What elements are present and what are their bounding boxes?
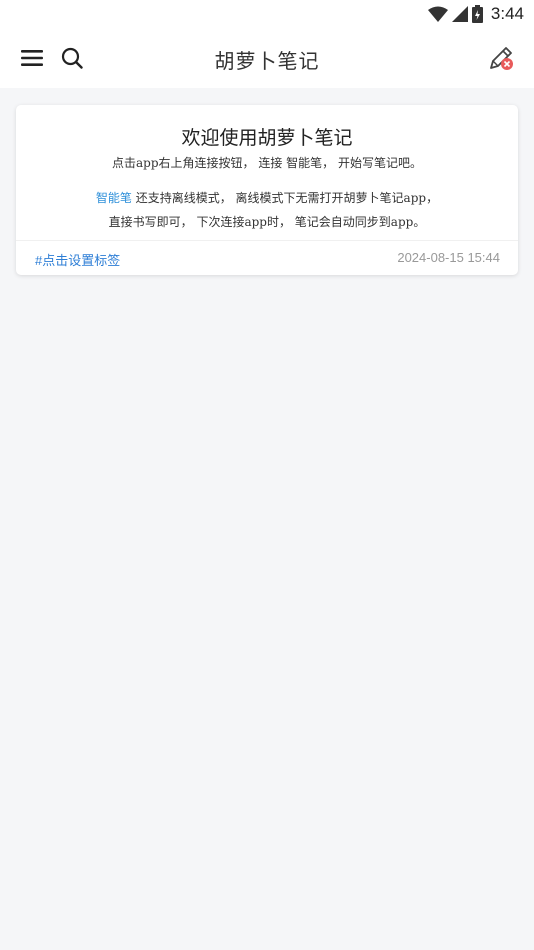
note-line-2: 智能笔 还支持离线模式， 离线模式下无需打开胡萝卜笔记app， (16, 189, 518, 206)
status-time: 3:44 (490, 4, 524, 23)
smart-pen-highlight: 智能笔 (95, 191, 132, 205)
cell-signal-icon (451, 6, 468, 22)
app-title: 胡萝卜笔记 (214, 49, 320, 73)
edit-pen-icon (490, 47, 513, 70)
new-note-button[interactable] (486, 43, 516, 73)
note-card[interactable]: 欢迎使用胡萝卜笔记 点击app右上角连接按钮， 连接 智能笔， 开始写笔记吧。 … (16, 105, 518, 275)
note-line-2-text: 还支持离线模式， 离线模式下无需打开胡萝卜笔记app， (131, 191, 439, 205)
note-line-3: 直接书写即可， 下次连接app时， 笔记会自动同步到app。 (108, 215, 426, 229)
note-footer: #点击设置标签 2024-08-15 15:44 (16, 240, 518, 276)
app-header: 胡萝卜笔记 (0, 28, 534, 88)
note-content[interactable]: 欢迎使用胡萝卜笔记 点击app右上角连接按钮， 连接 智能笔， 开始写笔记吧。 … (16, 105, 518, 240)
status-bar: 3:44 (0, 0, 534, 28)
set-tag-link[interactable]: #点击设置标签 (35, 250, 120, 269)
note-line-1: 点击app右上角连接按钮， 连接 智能笔， 开始写笔记吧。 (112, 156, 422, 170)
wifi-icon (427, 6, 448, 22)
note-title: 欢迎使用胡萝卜笔记 (181, 127, 353, 149)
status-icons: 3:44 (427, 3, 524, 25)
battery-icon (471, 5, 483, 23)
note-date: 2024-08-15 15:44 (397, 250, 500, 265)
